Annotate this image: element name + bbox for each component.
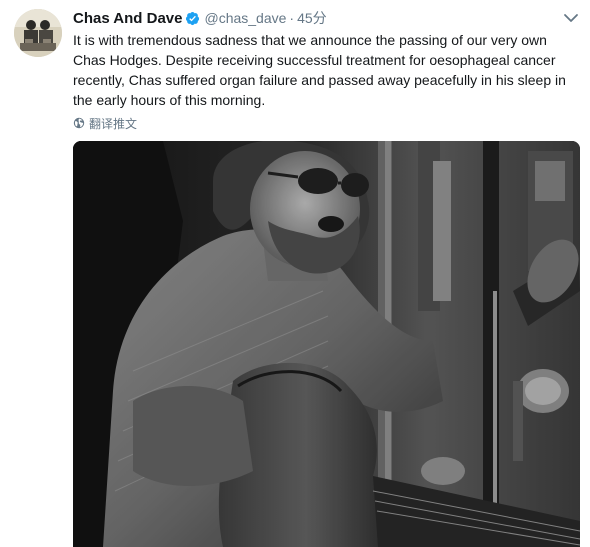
translate-label: 翻译推文 [89,116,138,131]
timestamp[interactable]: 45分 [297,8,327,28]
tweet-card: Chas And Dave @chas_dave · 45分 It is wit… [0,0,590,547]
tweet-text: It is with tremendous sadness that we an… [73,32,566,108]
separator-dot: · [289,10,295,26]
tweet-header: Chas And Dave @chas_dave · 45分 [73,8,327,28]
verified-badge-icon [185,11,200,26]
translate-tweet-link[interactable]: 翻译推文 [73,114,137,132]
user-handle[interactable]: @chas_dave [204,10,286,26]
avatar[interactable] [14,9,62,57]
tweet-photo[interactable] [73,141,580,547]
chevron-down-icon[interactable] [563,11,579,25]
display-name[interactable]: Chas And Dave [73,10,182,27]
globe-icon [73,117,85,129]
